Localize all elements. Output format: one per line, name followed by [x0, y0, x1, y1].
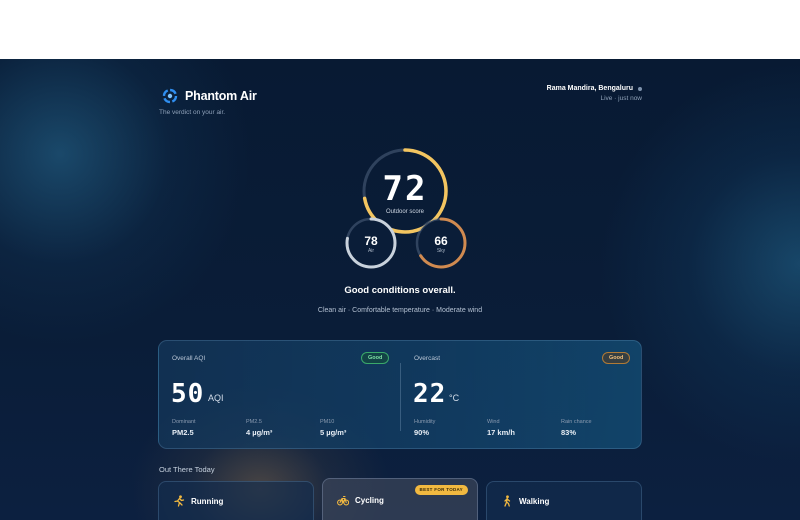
- score-rings: 72 Outdoor score 78 Air 66 Sky: [330, 139, 480, 279]
- activities-section-title: Out There Today: [159, 465, 215, 474]
- air-score-label: Air: [367, 248, 375, 254]
- outdoor-score-value: 72: [382, 169, 428, 209]
- live-dot-icon: [638, 86, 642, 91]
- activity-card-walking[interactable]: Walking: [486, 481, 642, 520]
- running-icon: [174, 495, 185, 507]
- sky-score-value: 66: [434, 234, 448, 248]
- weather-status-badge: Good: [602, 352, 631, 364]
- activity-name: Walking: [519, 497, 550, 506]
- aqi-value: 50: [171, 379, 205, 409]
- location-name: Rama Mandira, Bengaluru: [546, 85, 633, 92]
- activity-name: Running: [191, 497, 224, 506]
- air-score-value: 78: [364, 234, 378, 248]
- tagline: The verdict on your air.: [159, 109, 226, 116]
- aqi-status-badge: Good: [361, 352, 390, 364]
- card-divider: [400, 363, 401, 431]
- outdoor-score-label: Outdoor score: [385, 209, 425, 215]
- weather-metric-label: Rain chance: [561, 419, 592, 425]
- browser-top-area: [0, 0, 800, 59]
- aqi-unit: AQI: [208, 393, 224, 403]
- summary-detail: Clean air · Comfortable temperature · Mo…: [317, 307, 483, 314]
- weather-metric-value: 83%: [561, 428, 577, 437]
- aqi-metric-value: 4 µg/m³: [246, 428, 273, 437]
- aqi-metric-label: PM2.5: [246, 419, 262, 425]
- weather-metric-label: Wind: [487, 419, 500, 425]
- sky-score-label: Sky: [436, 248, 446, 254]
- aqi-metric-label: Dominant: [172, 419, 196, 425]
- cycling-icon: [337, 495, 349, 506]
- aqi-metric-value: PM2.5: [172, 428, 194, 437]
- app-background: Phantom Air The verdict on your air. Ram…: [0, 59, 800, 520]
- activity-card-running[interactable]: Running: [158, 481, 314, 520]
- conditions-card: Overall AQI Good 50 AQI Dominant PM2.5 P…: [158, 340, 642, 449]
- aqi-metric-value: 5 µg/m³: [320, 428, 347, 437]
- location-status: Live · just now: [600, 95, 642, 102]
- logo-icon: [162, 88, 178, 104]
- brand[interactable]: Phantom Air: [162, 88, 257, 104]
- weather-metric-value: 17 km/h: [487, 428, 515, 437]
- best-for-today-badge: BEST FOR TODAY: [414, 485, 468, 495]
- temperature-value: 22: [413, 379, 447, 409]
- weather-metric-label: Humidity: [414, 419, 436, 425]
- brand-name: Phantom Air: [185, 89, 257, 103]
- activity-card-cycling[interactable]: Cycling BEST FOR TODAY 71: [322, 478, 478, 520]
- location-selector[interactable]: Rama Mandira, Bengaluru Live · just now: [547, 85, 642, 102]
- aqi-metric-label: PM10: [320, 419, 335, 425]
- summary-headline: Good conditions overall.: [344, 285, 456, 296]
- weather-metric-value: 90%: [414, 428, 430, 437]
- walking-icon: [504, 495, 511, 507]
- activity-name: Cycling: [355, 496, 384, 505]
- weather-title: Overcast: [414, 355, 441, 362]
- aqi-title: Overall AQI: [172, 355, 206, 362]
- temperature-unit: °C: [449, 393, 460, 403]
